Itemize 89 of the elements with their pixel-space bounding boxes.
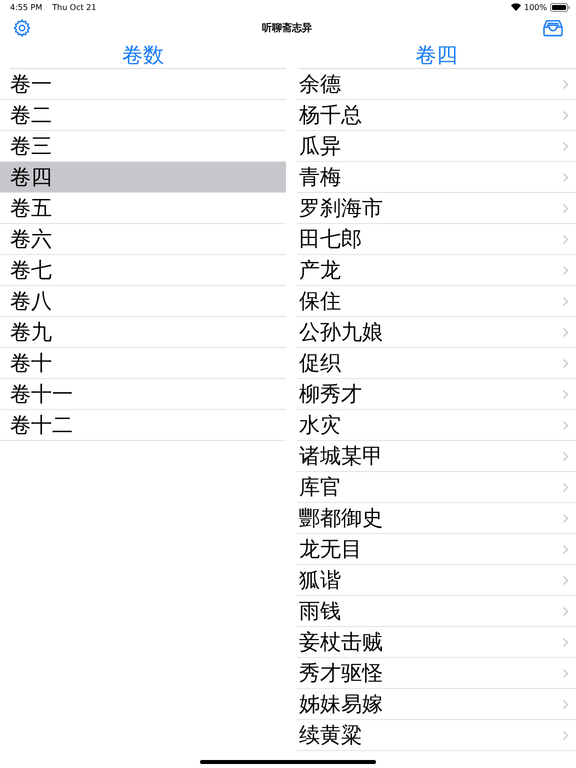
story-title: 罗刹海市 [299,195,384,222]
chevron-icon [563,172,568,182]
chevron-icon [563,638,568,646]
story-row[interactable]: 龙无目 [297,534,576,565]
story-row[interactable]: 诸城某甲 [297,441,576,472]
chevron-icon [563,482,568,492]
chevron-icon [563,204,568,212]
chevron-icon [563,420,568,430]
story-title: 库官 [299,474,342,501]
story-row[interactable]: 公孙九娘 [297,317,576,348]
story-title: 妾杖击贼 [299,629,384,656]
story-row[interactable]: 保住 [297,286,576,317]
story-row[interactable]: 瓜异 [297,131,576,162]
story-title: 酆都御史 [299,505,384,532]
chevron-icon [563,544,568,554]
inbox-button[interactable] [542,19,564,37]
volume-row[interactable]: 卷二 [0,100,286,131]
battery-percent: 100% [524,2,547,12]
volume-row[interactable]: 卷五 [0,193,286,224]
story-row[interactable]: 田七郎 [297,224,576,255]
story-title: 柳秀才 [299,381,363,408]
story-row[interactable]: 酆都御史 [297,503,576,534]
volume-row[interactable]: 卷六 [0,224,286,255]
chevron-icon [563,700,568,708]
volume-row[interactable]: 卷十二 [0,410,286,441]
stories-header: 卷四 [416,42,458,68]
story-row[interactable]: 余德 [297,69,576,100]
nav-title: 听聊斋志异 [262,21,312,35]
story-title: 龙无目 [299,536,363,563]
story-title: 促织 [299,350,342,377]
story-row[interactable]: 姊妹易嫁 [297,689,576,720]
tray-icon [542,19,564,37]
story-title: 余德 [299,71,342,98]
story-row[interactable]: 秀才驱怪 [297,658,576,689]
story-title: 杨千总 [299,102,363,129]
volume-row[interactable]: 卷十 [0,348,286,379]
story-title: 瓜异 [299,133,342,160]
story-title: 青梅 [299,164,342,191]
story-title: 续黄粱 [299,722,363,749]
chevron-icon [563,110,568,120]
story-title: 雨钱 [299,598,342,625]
story-row[interactable]: 续黄粱 [297,720,576,751]
chevron-icon [563,296,568,306]
chevron-icon [563,576,568,584]
chevron-icon [563,606,568,616]
story-title: 水灾 [299,412,342,439]
volume-row[interactable]: 卷十一 [0,379,286,410]
volume-row[interactable]: 卷四 [0,162,286,193]
story-row[interactable]: 柳秀才 [297,379,576,410]
status-time: 4:55 PM [10,2,42,12]
story-title: 狐谐 [299,567,342,594]
story-title: 田七郎 [299,226,363,253]
chevron-icon [563,266,568,274]
status-date: Thu Oct 21 [52,2,96,12]
story-row[interactable]: 妾杖击贼 [297,627,576,658]
story-row[interactable]: 青梅 [297,162,576,193]
settings-icon [12,18,32,38]
chevron-icon [563,328,568,336]
chevron-icon [563,390,568,398]
chevron-icon [563,514,568,522]
volume-row[interactable]: 卷九 [0,317,286,348]
story-row[interactable]: 雨钱 [297,596,576,627]
story-row[interactable]: 狐谐 [297,565,576,596]
wifi-icon [511,3,522,11]
story-title: 公孙九娘 [299,319,384,346]
volumes-header: 卷数 [122,42,164,68]
story-title: 秀才驱怪 [299,660,384,687]
story-row[interactable]: 库官 [297,472,576,503]
volume-row[interactable]: 卷八 [0,286,286,317]
chevron-icon [563,80,568,88]
chevron-icon [563,452,568,460]
story-row[interactable]: 杨千总 [297,100,576,131]
story-title: 姊妹易嫁 [299,691,384,718]
story-row[interactable]: 罗刹海市 [297,193,576,224]
story-row[interactable]: 产龙 [297,255,576,286]
chevron-icon [563,142,568,150]
volume-row[interactable]: 卷七 [0,255,286,286]
settings-button[interactable] [12,18,32,38]
story-title: 产龙 [299,257,342,284]
chevron-icon [563,358,568,368]
story-row[interactable]: 促织 [297,348,576,379]
volume-row[interactable]: 卷一 [0,69,286,100]
chevron-icon [563,234,568,244]
story-title: 保住 [299,288,342,315]
chevron-icon [563,730,568,740]
story-title: 诸城某甲 [299,443,384,470]
chevron-icon [563,668,568,678]
story-row[interactable]: 水灾 [297,410,576,441]
battery-icon [550,2,570,12]
